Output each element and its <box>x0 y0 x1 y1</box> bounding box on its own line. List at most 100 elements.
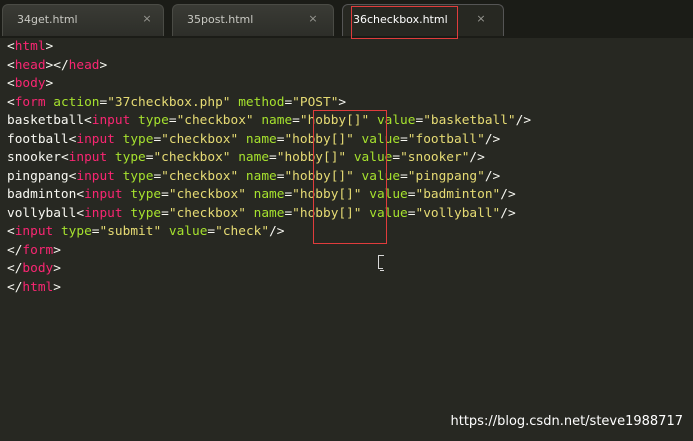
code-token: < <box>84 113 92 128</box>
code-token: = <box>91 224 100 239</box>
code-token: name <box>253 205 285 221</box>
watermark: https://blog.csdn.net/steve1988717 <box>450 414 683 429</box>
code-token: name <box>253 187 285 202</box>
code-editor[interactable]: <html> <head></head> <body> <form action="3… <box>7 38 531 297</box>
close-icon[interactable]: × <box>307 13 319 25</box>
code-token: badminton <box>7 187 77 202</box>
code-token: = <box>400 131 408 147</box>
code-token: input <box>68 150 108 165</box>
code-token: = <box>284 205 293 221</box>
close-icon[interactable]: × <box>475 13 487 25</box>
code-token: > <box>45 39 54 54</box>
code-token: head <box>14 57 46 73</box>
code-token: form <box>14 94 46 110</box>
code-token: body <box>22 261 54 276</box>
code-token: /> <box>469 150 485 165</box>
code-token: = <box>207 224 216 239</box>
code-token: "POST" <box>292 94 339 110</box>
code-token: snooker <box>7 150 61 165</box>
code-token: vollyball <box>7 205 77 221</box>
code-token: "checkbox" <box>153 150 231 165</box>
tab-highlight-box <box>351 6 458 39</box>
code-token: action <box>53 94 100 110</box>
code-line: basketball<input type="checkbox" name="h… <box>7 112 531 131</box>
code-token: < <box>7 94 15 110</box>
code-token: "checkbox" <box>161 168 239 184</box>
code-token: = <box>168 113 177 128</box>
code-line: <form action="37checkbox.php" method="PO… <box>7 94 531 113</box>
tab-label: 34get.html <box>17 13 78 26</box>
code-token: form <box>22 242 54 258</box>
code-token: name <box>238 150 270 165</box>
code-token: > <box>53 261 61 276</box>
code-token: input <box>84 187 123 202</box>
code-token: input <box>14 224 54 239</box>
tab-bar: 34get.html × 35post.html × 36checkbox.ht… <box>0 0 693 39</box>
code-token: "submit" <box>99 224 162 239</box>
code-token: = <box>292 113 300 128</box>
code-token: name <box>245 131 277 147</box>
text-cursor-icon <box>378 255 384 271</box>
code-token: "badminton" <box>415 187 501 202</box>
code-token: value <box>168 224 208 239</box>
code-token: input <box>76 168 115 184</box>
code-token: < <box>76 187 85 202</box>
code-token: /> <box>484 168 501 184</box>
code-token: football <box>7 131 69 147</box>
code-token: /> <box>515 113 532 128</box>
code-token: type <box>130 205 162 221</box>
code-line: vollyball<input type="checkbox" name="ho… <box>7 205 531 224</box>
code-token: "checkbox" <box>168 205 246 221</box>
code-line: snooker<input type="checkbox" name="hobb… <box>7 149 531 168</box>
tab-35post[interactable]: 35post.html × <box>172 4 334 36</box>
code-token: = <box>392 150 401 165</box>
code-token: ></ <box>45 57 69 73</box>
code-token: input <box>91 113 131 128</box>
tab-34get[interactable]: 34get.html × <box>2 4 164 36</box>
code-highlight-box <box>313 110 387 244</box>
code-token: > <box>45 76 54 91</box>
code-token: = <box>161 205 169 221</box>
code-token: /> <box>500 187 516 202</box>
close-icon[interactable]: × <box>141 13 153 25</box>
code-token: > <box>53 242 61 258</box>
code-token: "football" <box>407 131 485 147</box>
code-token: = <box>269 150 277 165</box>
code-token: name <box>245 168 277 184</box>
code-token: body <box>14 76 46 91</box>
code-token: "basketball" <box>423 113 516 128</box>
code-token: = <box>400 168 408 184</box>
code-token: </ <box>7 242 23 258</box>
code-token: method <box>238 94 285 110</box>
code-line: </body> <box>7 260 531 279</box>
code-line: pingpang<input type="checkbox" name="hob… <box>7 168 531 187</box>
code-token: /> <box>500 205 516 221</box>
code-line: football<input type="checkbox" name="hob… <box>7 131 531 150</box>
code-token: = <box>284 94 293 110</box>
code-token: < <box>7 39 15 54</box>
code-token: "checkbox" <box>161 131 239 147</box>
code-token: basketball <box>7 113 85 128</box>
code-token: "37checkbox.php" <box>107 94 231 110</box>
code-token: "pingpang" <box>407 168 485 184</box>
code-token: html <box>22 279 54 295</box>
code-token: /> <box>484 131 501 147</box>
tab-label: 35post.html <box>187 13 254 26</box>
code-token: html <box>14 39 46 54</box>
code-line: <head></head> <box>7 57 531 76</box>
code-line: <body> <box>7 75 531 94</box>
code-token: = <box>153 131 162 147</box>
code-token: > <box>99 57 108 73</box>
code-line: <input type="submit" value="check"/> <box>7 223 531 242</box>
code-line: </form> <box>7 242 531 261</box>
code-token: "check" <box>215 224 270 239</box>
code-token: </ <box>7 261 23 276</box>
